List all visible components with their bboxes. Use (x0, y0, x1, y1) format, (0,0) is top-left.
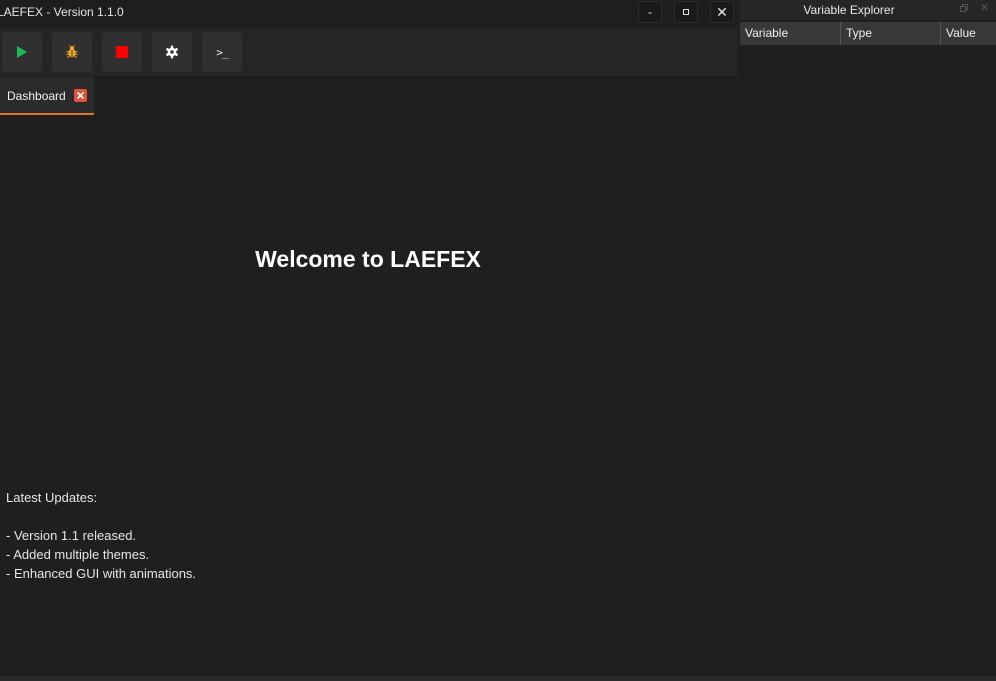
debug-button[interactable] (52, 32, 92, 72)
variable-table-header: Variable Type Value (740, 22, 996, 45)
tab-dashboard[interactable]: Dashboard (0, 77, 94, 115)
close-icon (76, 91, 85, 100)
latest-updates: Latest Updates: - Version 1.1 released. … (6, 488, 196, 583)
close-icon: ✕ (716, 3, 728, 20)
maximize-icon (683, 9, 689, 15)
main-window: LAEFEX - Version 1.1.0 - ✕ >_ Dashboard … (0, 0, 738, 681)
gear-icon (166, 45, 178, 59)
minimize-icon: - (648, 5, 652, 19)
stop-button[interactable] (102, 32, 142, 72)
bug-icon (66, 45, 78, 58)
terminal-button[interactable]: >_ (202, 32, 242, 72)
maximize-button[interactable] (674, 1, 698, 23)
close-window-button[interactable]: ✕ (710, 1, 734, 23)
dock-title: Variable Explorer (803, 3, 895, 17)
stop-icon (116, 46, 128, 58)
column-header-type[interactable]: Type (841, 22, 941, 45)
minimize-button[interactable]: - (638, 1, 662, 23)
tab-label: Dashboard (7, 89, 66, 103)
updates-title: Latest Updates: (6, 490, 98, 505)
status-bar (0, 676, 996, 681)
column-header-variable[interactable]: Variable (740, 22, 841, 45)
settings-button[interactable] (152, 32, 192, 72)
close-icon[interactable]: ✕ (980, 1, 989, 14)
updates-spacer (6, 507, 196, 526)
title-bar: LAEFEX - Version 1.1.0 - ✕ (0, 0, 738, 26)
column-header-value[interactable]: Value (941, 22, 996, 45)
tab-close-button[interactable] (74, 89, 87, 102)
welcome-heading: Welcome to LAEFEX (255, 246, 481, 272)
tab-bar: Dashboard (0, 77, 738, 115)
app-root: LAEFEX - Version 1.1.0 - ✕ >_ Dashboard … (0, 0, 996, 681)
run-button[interactable] (2, 32, 42, 72)
variable-explorer-panel: Variable Explorer ✕ Variable Type Value (740, 0, 996, 676)
app-title: LAEFEX - Version 1.1.0 (0, 5, 124, 19)
update-item: - Version 1.1 released. (6, 528, 137, 543)
float-icon[interactable] (960, 4, 968, 12)
dock-title-bar: Variable Explorer ✕ (740, 0, 996, 20)
update-item: - Added multiple themes. (6, 547, 150, 562)
terminal-icon: >_ (216, 45, 228, 59)
update-item: - Enhanced GUI with animations. (6, 566, 197, 581)
toolbar: >_ (0, 27, 738, 76)
play-icon (17, 46, 27, 58)
